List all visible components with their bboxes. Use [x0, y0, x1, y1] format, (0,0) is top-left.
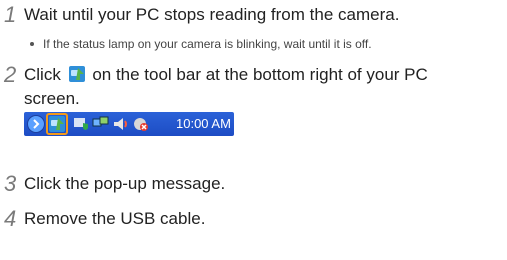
- icon-highlight: [46, 113, 68, 135]
- step-text: Click the pop-up message.: [24, 174, 226, 193]
- step-text-before-icon: Click: [24, 65, 61, 84]
- expand-arrow-icon[interactable]: [27, 115, 45, 133]
- bullet-dot: [30, 41, 34, 46]
- system-tray-taskbar: 10:00 AM: [24, 112, 234, 136]
- security-shield-icon[interactable]: [72, 115, 90, 133]
- step-number: 3: [4, 171, 17, 196]
- safely-remove-hardware-icon: [68, 66, 85, 82]
- step-number: 1: [4, 2, 17, 27]
- step-number: 2: [4, 62, 17, 87]
- note-bullet: If the status lamp on your camera is bli…: [30, 36, 372, 52]
- volume-icon[interactable]: [112, 115, 130, 133]
- step-text-line2: screen.: [24, 89, 80, 108]
- clock-time[interactable]: 10:00 AM: [176, 112, 231, 136]
- step-text: Wait until your PC stops reading from th…: [24, 5, 400, 24]
- network-disconnected-icon[interactable]: [132, 115, 150, 133]
- step-text: Remove the USB cable.: [24, 209, 206, 228]
- step-text-after-icon: on the tool bar at the bottom right of y…: [92, 65, 428, 84]
- network-icon[interactable]: [92, 115, 110, 133]
- bullet-text: If the status lamp on your camera is bli…: [43, 37, 372, 51]
- step-text: Click on the tool bar at the bottom righ…: [24, 63, 428, 111]
- step-number: 4: [4, 206, 17, 231]
